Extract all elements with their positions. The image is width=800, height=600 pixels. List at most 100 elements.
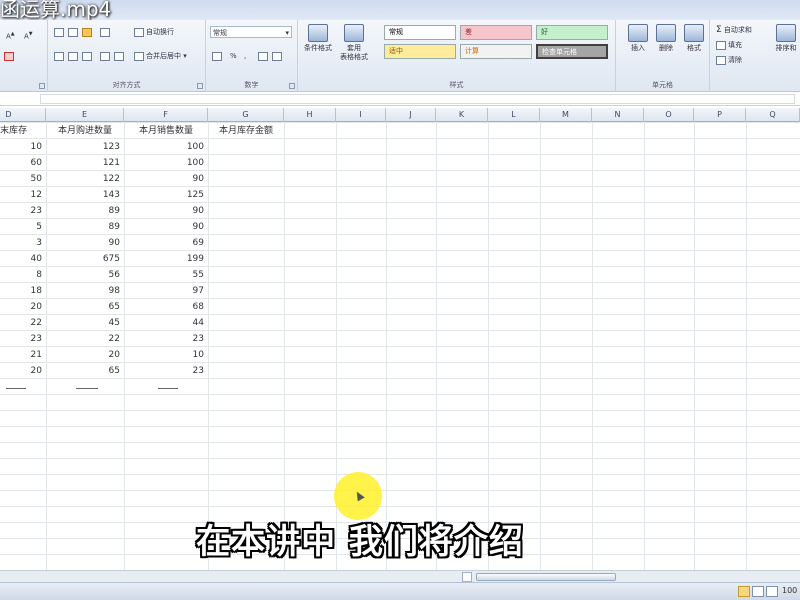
table-cell[interactable]: 21 — [0, 347, 46, 363]
align-bottom-button[interactable] — [82, 26, 94, 38]
table-cell[interactable]: 8 — [0, 267, 46, 283]
zoom-level[interactable]: 100 — [782, 586, 797, 595]
style-neutral[interactable]: 适中 — [384, 44, 456, 59]
table-cell[interactable]: 22 — [46, 331, 124, 347]
autosum-button[interactable]: Σ 自动求和 — [716, 24, 752, 36]
table-header-cell[interactable]: 本月购进数量 — [46, 123, 124, 139]
table-cell[interactable]: 12 — [0, 187, 46, 203]
table-cell[interactable]: 100 — [124, 155, 208, 171]
align-center-button[interactable] — [68, 50, 80, 62]
table-cell[interactable]: 199 — [124, 251, 208, 267]
table-cell[interactable]: 40 — [0, 251, 46, 267]
style-bad[interactable]: 差 — [460, 25, 532, 40]
table-cell[interactable]: 89 — [46, 219, 124, 235]
align-left-button[interactable] — [54, 50, 66, 62]
table-cell[interactable]: 56 — [46, 267, 124, 283]
column-header-j[interactable]: J — [386, 108, 436, 122]
style-good[interactable]: 好 — [536, 25, 608, 40]
table-cell[interactable]: 23 — [124, 363, 208, 379]
table-cell[interactable]: 143 — [46, 187, 124, 203]
page-break-view-button[interactable] — [766, 586, 778, 597]
align-top-button[interactable] — [54, 26, 66, 38]
table-header-cell[interactable]: 本月库存金额 — [208, 123, 284, 139]
table-cell[interactable]: 98 — [46, 283, 124, 299]
column-header-k[interactable]: K — [436, 108, 488, 122]
table-cell[interactable]: 3 — [0, 235, 46, 251]
number-dialog-launcher[interactable] — [289, 83, 295, 89]
table-cell[interactable]: 20 — [46, 347, 124, 363]
table-cell[interactable]: 125 — [124, 187, 208, 203]
font-color-button[interactable] — [4, 50, 16, 62]
table-cell[interactable]: 90 — [124, 171, 208, 187]
sort-filter-button[interactable]: 排序和 — [770, 24, 800, 72]
table-cell[interactable]: 5 — [0, 219, 46, 235]
table-cell[interactable]: 45 — [46, 315, 124, 331]
orientation-button[interactable] — [100, 26, 112, 38]
decrease-decimal-button[interactable] — [272, 50, 284, 62]
table-cell[interactable]: 97 — [124, 283, 208, 299]
table-cell[interactable]: 65 — [46, 363, 124, 379]
page-layout-view-button[interactable] — [752, 586, 764, 597]
fill-button[interactable]: 填充 — [716, 39, 742, 51]
table-cell[interactable]: 68 — [124, 299, 208, 315]
align-middle-button[interactable] — [68, 26, 80, 38]
column-header-e[interactable]: E — [46, 108, 124, 122]
currency-button[interactable] — [212, 50, 224, 62]
table-cell[interactable]: 69 — [124, 235, 208, 251]
grow-font-button[interactable]: A▲ — [6, 28, 15, 40]
table-header-cell[interactable]: 本月销售数量 — [124, 123, 208, 139]
column-header-g[interactable]: G — [208, 108, 284, 122]
normal-view-button[interactable] — [738, 586, 750, 597]
align-right-button[interactable] — [82, 50, 94, 62]
table-cell[interactable]: 23 — [124, 331, 208, 347]
column-header-q[interactable]: Q — [746, 108, 800, 122]
table-cell[interactable]: 90 — [124, 219, 208, 235]
increase-decimal-button[interactable] — [258, 50, 270, 62]
merge-center-button[interactable]: 合并后居中 ▾ — [134, 50, 187, 62]
table-cell[interactable]: 123 — [46, 139, 124, 155]
table-header-cell[interactable]: 月末库存 — [0, 123, 46, 139]
table-cell[interactable]: 23 — [0, 203, 46, 219]
table-cell[interactable]: 122 — [46, 171, 124, 187]
table-cell[interactable]: 100 — [124, 139, 208, 155]
table-cell[interactable]: 60 — [0, 155, 46, 171]
conditional-format-button[interactable]: 条件格式 — [302, 24, 334, 72]
table-cell[interactable]: 18 — [0, 283, 46, 299]
number-format-select[interactable]: 常规 ▾ — [210, 26, 292, 38]
table-cell[interactable]: 50 — [0, 171, 46, 187]
clear-button[interactable]: 清除 — [716, 54, 742, 66]
increase-indent-button[interactable] — [114, 50, 126, 62]
table-cell[interactable]: 10 — [124, 347, 208, 363]
column-header-o[interactable]: O — [644, 108, 694, 122]
table-cell[interactable]: 675 — [46, 251, 124, 267]
column-header-f[interactable]: F — [124, 108, 208, 122]
scrollbar-thumb[interactable] — [476, 573, 616, 581]
table-cell[interactable]: 90 — [124, 203, 208, 219]
table-cell[interactable]: 90 — [46, 235, 124, 251]
table-cell[interactable]: 23 — [0, 331, 46, 347]
table-cell[interactable]: 20 — [0, 363, 46, 379]
font-dialog-launcher[interactable] — [39, 83, 45, 89]
column-header-h[interactable]: H — [284, 108, 336, 122]
formula-input[interactable] — [40, 94, 795, 104]
table-cell[interactable]: 10 — [0, 139, 46, 155]
table-cell[interactable]: 121 — [46, 155, 124, 171]
shrink-font-button[interactable]: A▼ — [24, 28, 33, 40]
table-cell[interactable]: 20 — [0, 299, 46, 315]
split-handle[interactable] — [462, 572, 472, 582]
table-cell[interactable]: 55 — [124, 267, 208, 283]
comma-button[interactable]: , — [244, 50, 246, 62]
format-button[interactable]: 格式 — [678, 24, 710, 72]
column-header-l[interactable]: L — [488, 108, 540, 122]
style-check-cell[interactable]: 检查单元格 — [536, 44, 608, 59]
table-cell[interactable]: 65 — [46, 299, 124, 315]
column-header-i[interactable]: I — [336, 108, 386, 122]
horizontal-scrollbar[interactable] — [0, 570, 800, 582]
alignment-dialog-launcher[interactable] — [197, 83, 203, 89]
percent-button[interactable]: % — [230, 50, 237, 62]
column-header-m[interactable]: M — [540, 108, 592, 122]
column-header-n[interactable]: N — [592, 108, 644, 122]
decrease-indent-button[interactable] — [100, 50, 112, 62]
column-header-p[interactable]: P — [694, 108, 746, 122]
spreadsheet-grid[interactable]: 月末库存本月购进数量本月销售数量本月库存金额101231006012110050… — [0, 122, 800, 570]
